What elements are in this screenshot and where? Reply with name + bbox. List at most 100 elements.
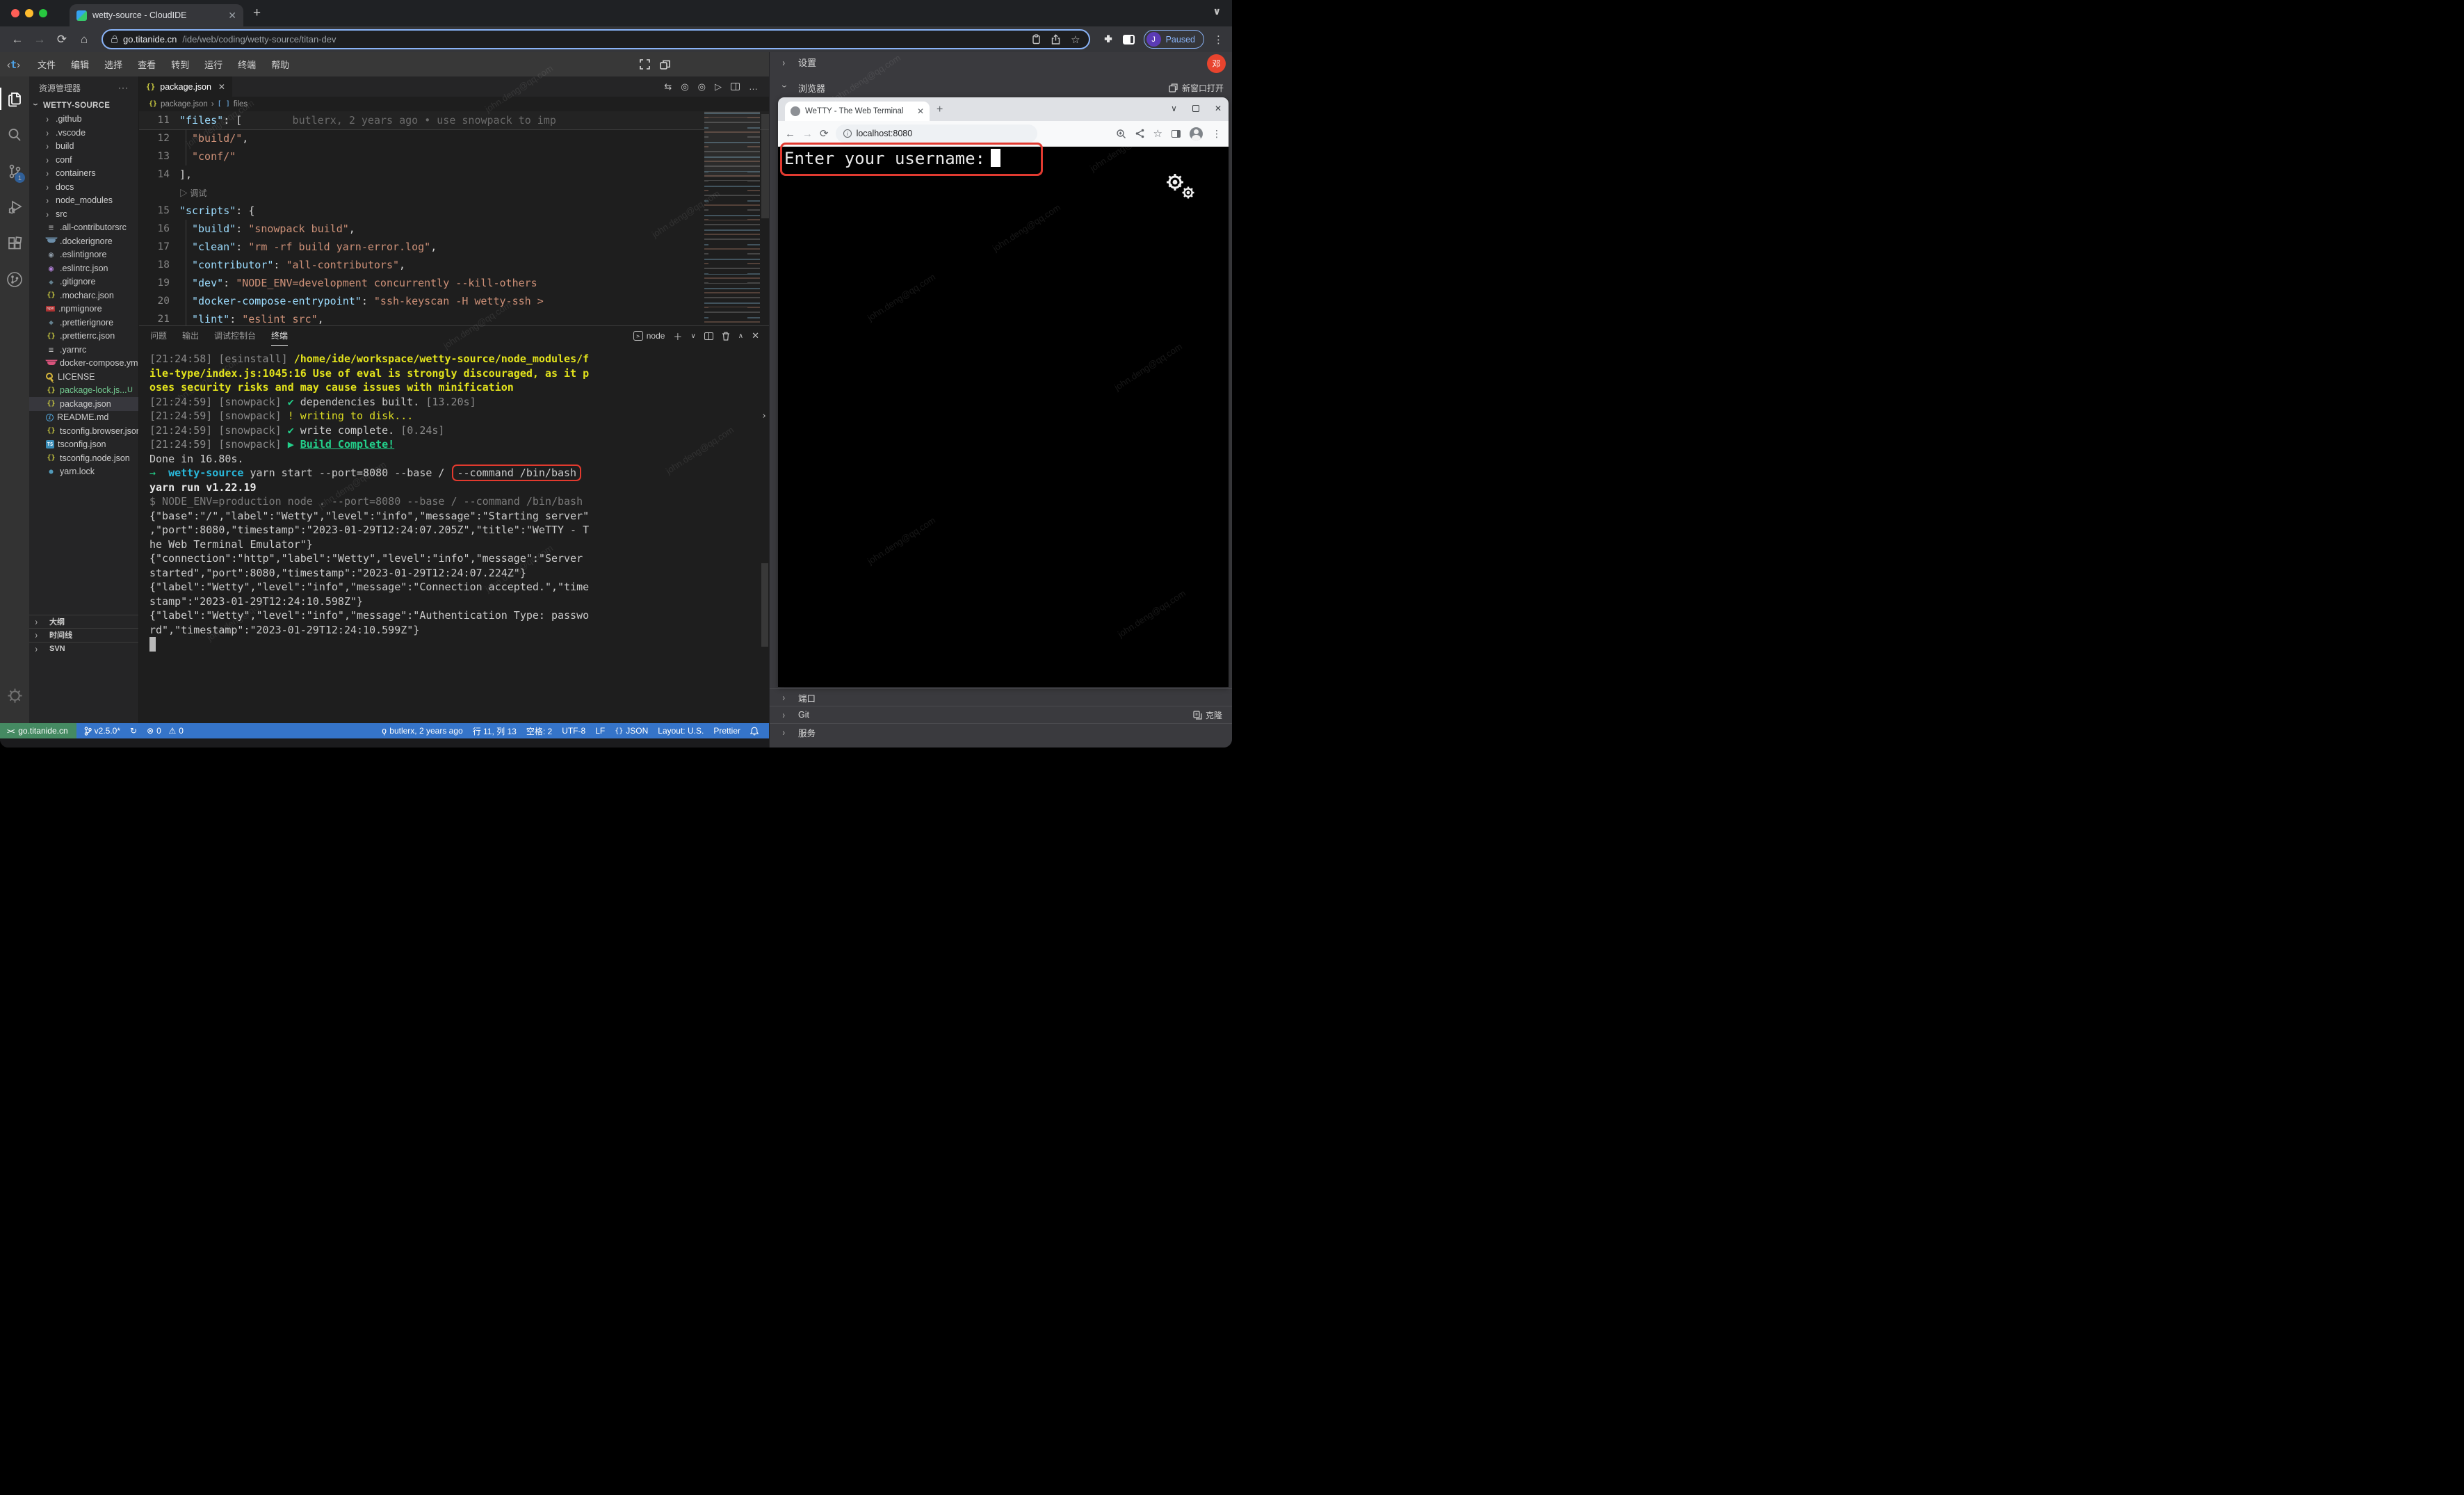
ide-logo[interactable]: ‹t› [7,58,20,71]
page-info-icon[interactable]: i [843,129,852,138]
menu-item[interactable]: 运行 [197,55,230,74]
encoding-status[interactable]: UTF-8 [557,726,590,736]
fullscreen-icon[interactable] [640,59,650,70]
menu-item[interactable]: 查看 [130,55,163,74]
tree-folder[interactable]: ›.github [29,113,138,127]
settings-section[interactable]: › 设置 [770,54,1232,71]
formatter-status[interactable]: Prettier [708,726,745,736]
new-terminal-icon[interactable]: ＋ [673,330,682,343]
circle-outline-icon2[interactable]: ◎ [698,81,706,92]
open-in-new-window-button[interactable]: 新窗口打开 [1169,82,1224,94]
share-icon[interactable] [1051,34,1060,45]
tree-file[interactable]: .dockerignore [29,234,138,248]
breadcrumb-node[interactable]: files [234,100,248,108]
compare-changes-icon[interactable]: ⇆ [664,81,672,92]
wetty-reload-icon[interactable]: ⟳ [820,127,829,140]
tree-file[interactable]: .yarnrc [29,343,138,357]
services-section[interactable]: › 服务 [770,723,1232,741]
wetty-restore-icon[interactable] [1192,105,1199,112]
wetty-new-tab-icon[interactable]: + [937,104,943,116]
explorer-files-icon[interactable] [0,81,29,117]
explorer-more-icon[interactable]: ··· [118,83,129,92]
user-avatar[interactable]: 邓 [1207,54,1226,73]
run-debug-icon[interactable] [0,189,29,225]
breadcrumb-file[interactable]: package.json [161,100,208,108]
tab-search-chevron-icon[interactable]: ∨ [1213,6,1221,17]
macos-traffic-lights[interactable] [11,9,47,17]
source-control-icon[interactable]: 1 [0,153,29,189]
menu-item[interactable]: 终端 [230,55,264,74]
menu-item[interactable]: 帮助 [264,55,297,74]
settings-gear-icon[interactable] [0,677,29,713]
extensions-puzzle-icon[interactable] [1103,34,1114,45]
tree-file[interactable]: .mocharc.json [29,289,138,302]
wetty-profile-icon[interactable] [1190,127,1203,140]
tree-file[interactable]: .gitignore [29,275,138,289]
tree-folder[interactable]: ›docs [29,180,138,194]
split-editor-icon[interactable] [731,83,740,90]
svn-icon[interactable] [0,261,29,298]
split-terminal-icon[interactable] [704,332,713,340]
kill-terminal-trash-icon[interactable] [722,332,730,341]
sync-status[interactable]: ↻ [125,726,142,736]
tree-file[interactable]: tsconfig.node.json [29,451,138,465]
problems-status[interactable]: ⊗ 0 ⚠ 0 [142,726,188,736]
tree-file[interactable]: yarn.lock [29,465,138,479]
search-icon[interactable] [0,117,29,153]
back-icon[interactable]: ← [8,33,26,47]
panel-tab-终端[interactable]: 终端 [271,326,288,346]
tree-file[interactable]: .prettierrc.json [29,330,138,344]
panel-expand-icon[interactable]: › [761,410,767,424]
wetty-address-bar[interactable]: i localhost:8080 [836,124,1037,143]
menu-item[interactable]: 选择 [97,55,130,74]
code-editor[interactable]: 11"files": [ butlerx, 2 years ago • use … [139,111,769,325]
maximize-panel-icon[interactable]: ∧ [738,332,743,340]
home-icon[interactable]: ⌂ [75,33,93,47]
minimap[interactable] [704,111,760,325]
terminal-shell-selector[interactable]: > node [633,331,665,341]
tree-file[interactable]: tsconfig.json [29,438,138,452]
new-tab-button[interactable]: + [253,6,261,21]
browser-tab[interactable]: wetty-source - CloudIDE ✕ [70,4,243,26]
eol-status[interactable]: LF [590,726,610,736]
menu-item[interactable]: 文件 [30,55,63,74]
open-window-icon[interactable] [660,60,670,70]
wetty-tabs-chevron-icon[interactable]: ∨ [1171,104,1177,113]
blame-status[interactable]: ϙ butlerx, 2 years ago [377,726,468,736]
wetty-terminal[interactable]: Enter your username: [778,147,1229,687]
zoom-icon[interactable] [1116,129,1126,139]
tree-folder[interactable]: ›conf [29,153,138,167]
menu-item[interactable]: 编辑 [63,55,97,74]
notifications-bell-icon[interactable] [745,727,763,736]
menu-item[interactable]: 转到 [163,55,197,74]
tree-file[interactable]: .npmignore [29,302,138,316]
terminal[interactable]: [21:24:58] [esinstall] /home/ide/workspa… [139,346,769,723]
tree-file[interactable]: .prettierignore [29,316,138,330]
reload-icon[interactable]: ⟳ [53,33,71,47]
tree-folder[interactable]: ›containers [29,167,138,181]
codelens-debug[interactable]: ▷ 调试 [139,184,769,202]
tree-folder[interactable]: ›.vscode [29,126,138,140]
forward-icon[interactable]: → [31,33,49,47]
wetty-menu-icon[interactable]: ⋮ [1212,128,1222,140]
wetty-share-icon[interactable] [1135,129,1144,138]
wetty-close-icon[interactable]: ✕ [1215,104,1222,113]
tree-file[interactable]: tsconfig.browser.json [29,424,138,438]
close-panel-icon[interactable]: ✕ [752,330,759,341]
sidebar-section-SVN[interactable]: ›SVN [29,642,138,656]
close-window-button[interactable] [11,9,19,17]
editor-tab-close-icon[interactable]: ✕ [218,82,225,92]
clipboard-icon[interactable] [1032,34,1041,45]
bookmark-star-icon[interactable]: ☆ [1071,33,1080,46]
tree-file[interactable]: docker-compose.yml [29,357,138,371]
panel-tab-问题[interactable]: 问题 [150,326,167,346]
address-bar[interactable]: go.titanide.cn/ide/web/coding/wetty-sour… [102,29,1090,49]
tree-file[interactable]: .all-contributorsrc [29,221,138,235]
sidebar-section-时间线[interactable]: ›时间线 [29,628,138,642]
git-section[interactable]: › Git 克隆 [770,706,1232,723]
wetty-forward-icon[interactable]: → [802,128,813,140]
extensions-icon[interactable] [0,225,29,261]
remote-indicator[interactable]: >< go.titanide.cn [0,723,76,738]
sidebar-section-大纲[interactable]: ›大纲 [29,615,138,629]
tree-folder[interactable]: ›build [29,140,138,154]
